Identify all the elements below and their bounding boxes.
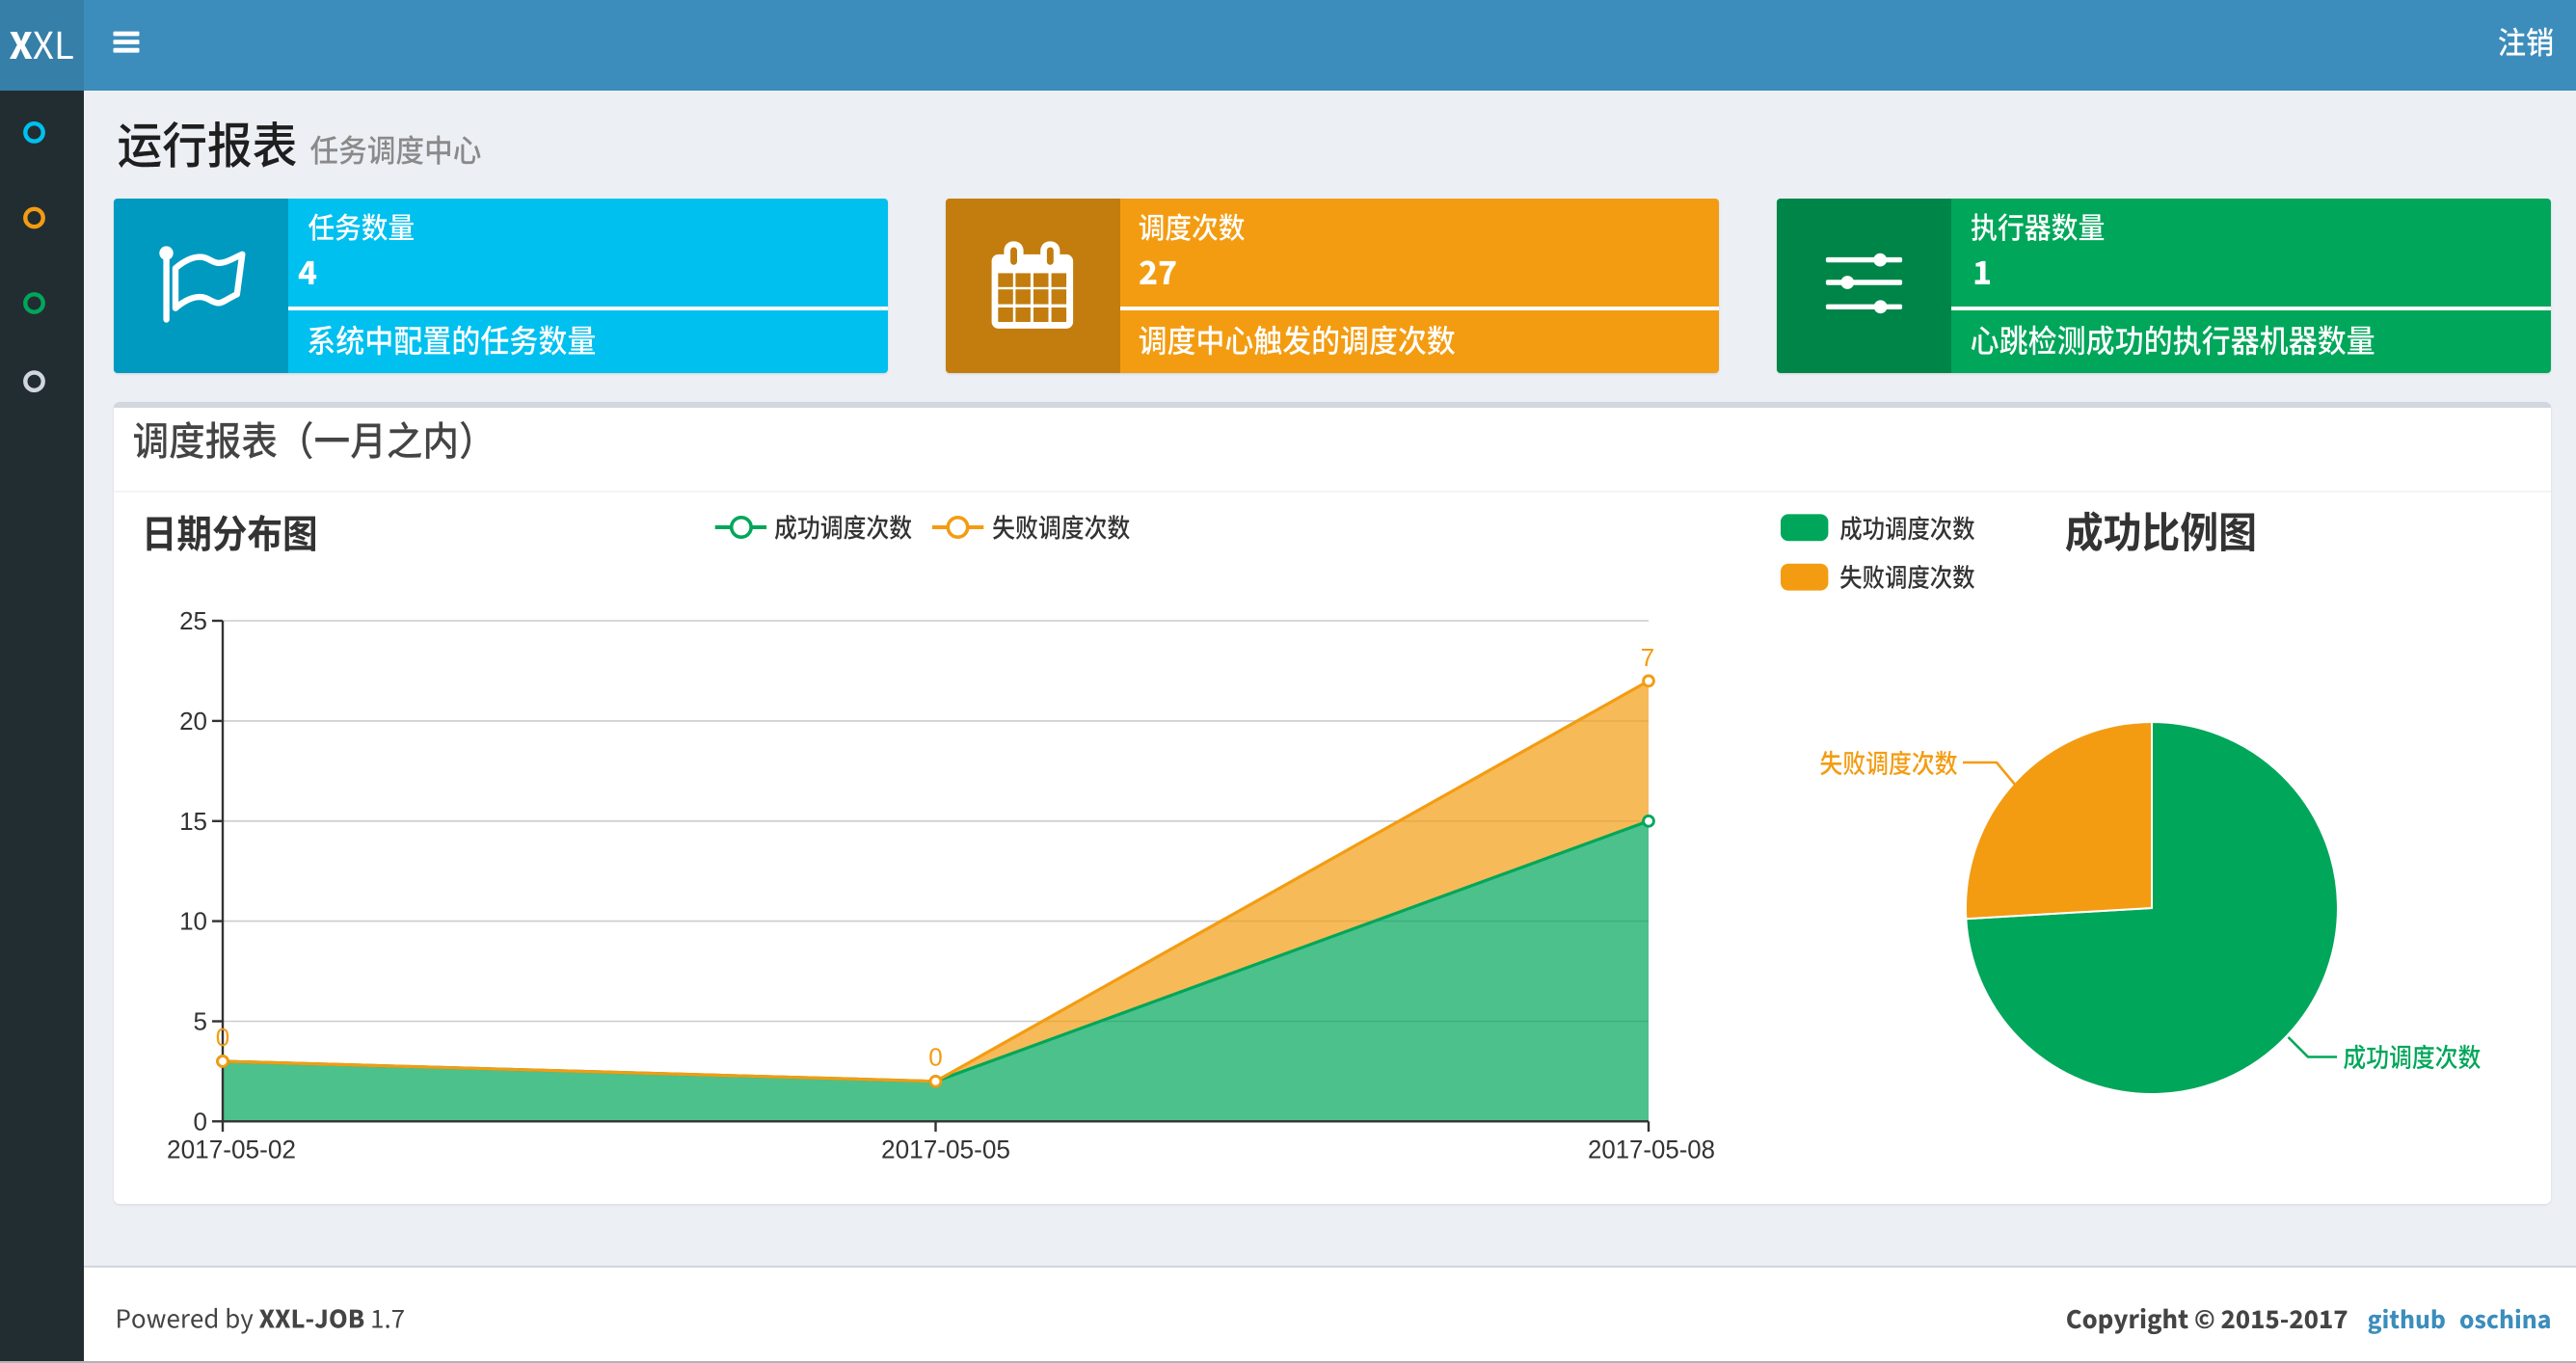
svg-text:5: 5 [194, 1007, 207, 1036]
svg-text:2017-05-02: 2017-05-02 [167, 1136, 296, 1164]
svg-text:2017-05-05: 2017-05-05 [881, 1136, 1010, 1164]
svg-text:10: 10 [179, 907, 207, 936]
svg-text:20: 20 [179, 707, 207, 735]
svg-text:0: 0 [216, 1023, 229, 1052]
svg-text:15: 15 [179, 807, 207, 836]
svg-text:0: 0 [194, 1107, 207, 1136]
svg-text:0: 0 [928, 1042, 942, 1071]
svg-text:7: 7 [1641, 643, 1654, 672]
svg-text:2017-05-08: 2017-05-08 [1588, 1136, 1715, 1164]
svg-text:25: 25 [179, 606, 207, 635]
